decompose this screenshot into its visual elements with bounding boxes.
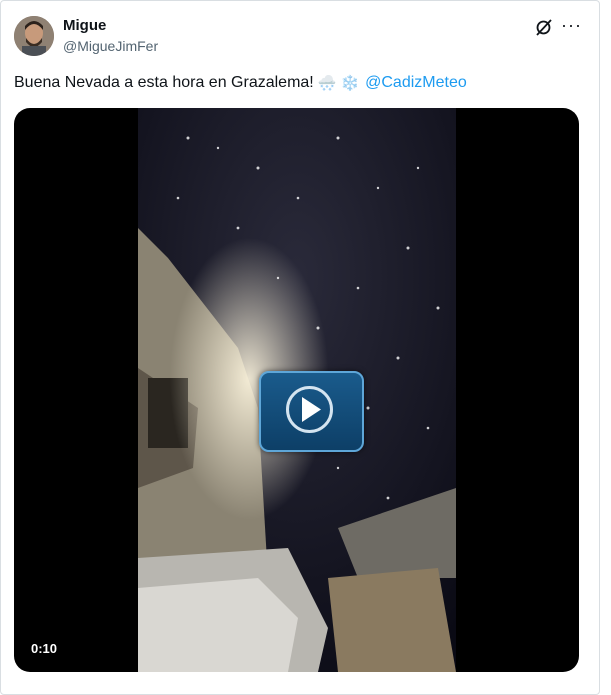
video-duration: 0:10 bbox=[31, 641, 58, 656]
mention-link[interactable]: @CadizMeteo bbox=[365, 74, 467, 91]
video-player[interactable]: 0:10 bbox=[14, 108, 579, 672]
play-button[interactable] bbox=[259, 371, 364, 452]
grok-icon[interactable] bbox=[534, 17, 554, 37]
more-options-icon[interactable]: ··· bbox=[561, 15, 582, 36]
snow-cloud-icon: 🌨️ bbox=[317, 75, 337, 92]
author-name[interactable]: Migue bbox=[63, 17, 106, 34]
tweet-card[interactable]: Migue @MigueJimFer ··· Buena Nevada a es… bbox=[0, 0, 600, 695]
avatar[interactable] bbox=[14, 16, 54, 56]
play-icon bbox=[286, 386, 333, 433]
tweet-body: Buena Nevada a esta hora en Grazalema! bbox=[14, 74, 314, 91]
tweet-text: Buena Nevada a esta hora en Grazalema! 🌨️… bbox=[14, 73, 467, 94]
author-handle[interactable]: @MigueJimFer bbox=[63, 38, 158, 54]
snowflake-icon: ❄️ bbox=[340, 75, 360, 92]
